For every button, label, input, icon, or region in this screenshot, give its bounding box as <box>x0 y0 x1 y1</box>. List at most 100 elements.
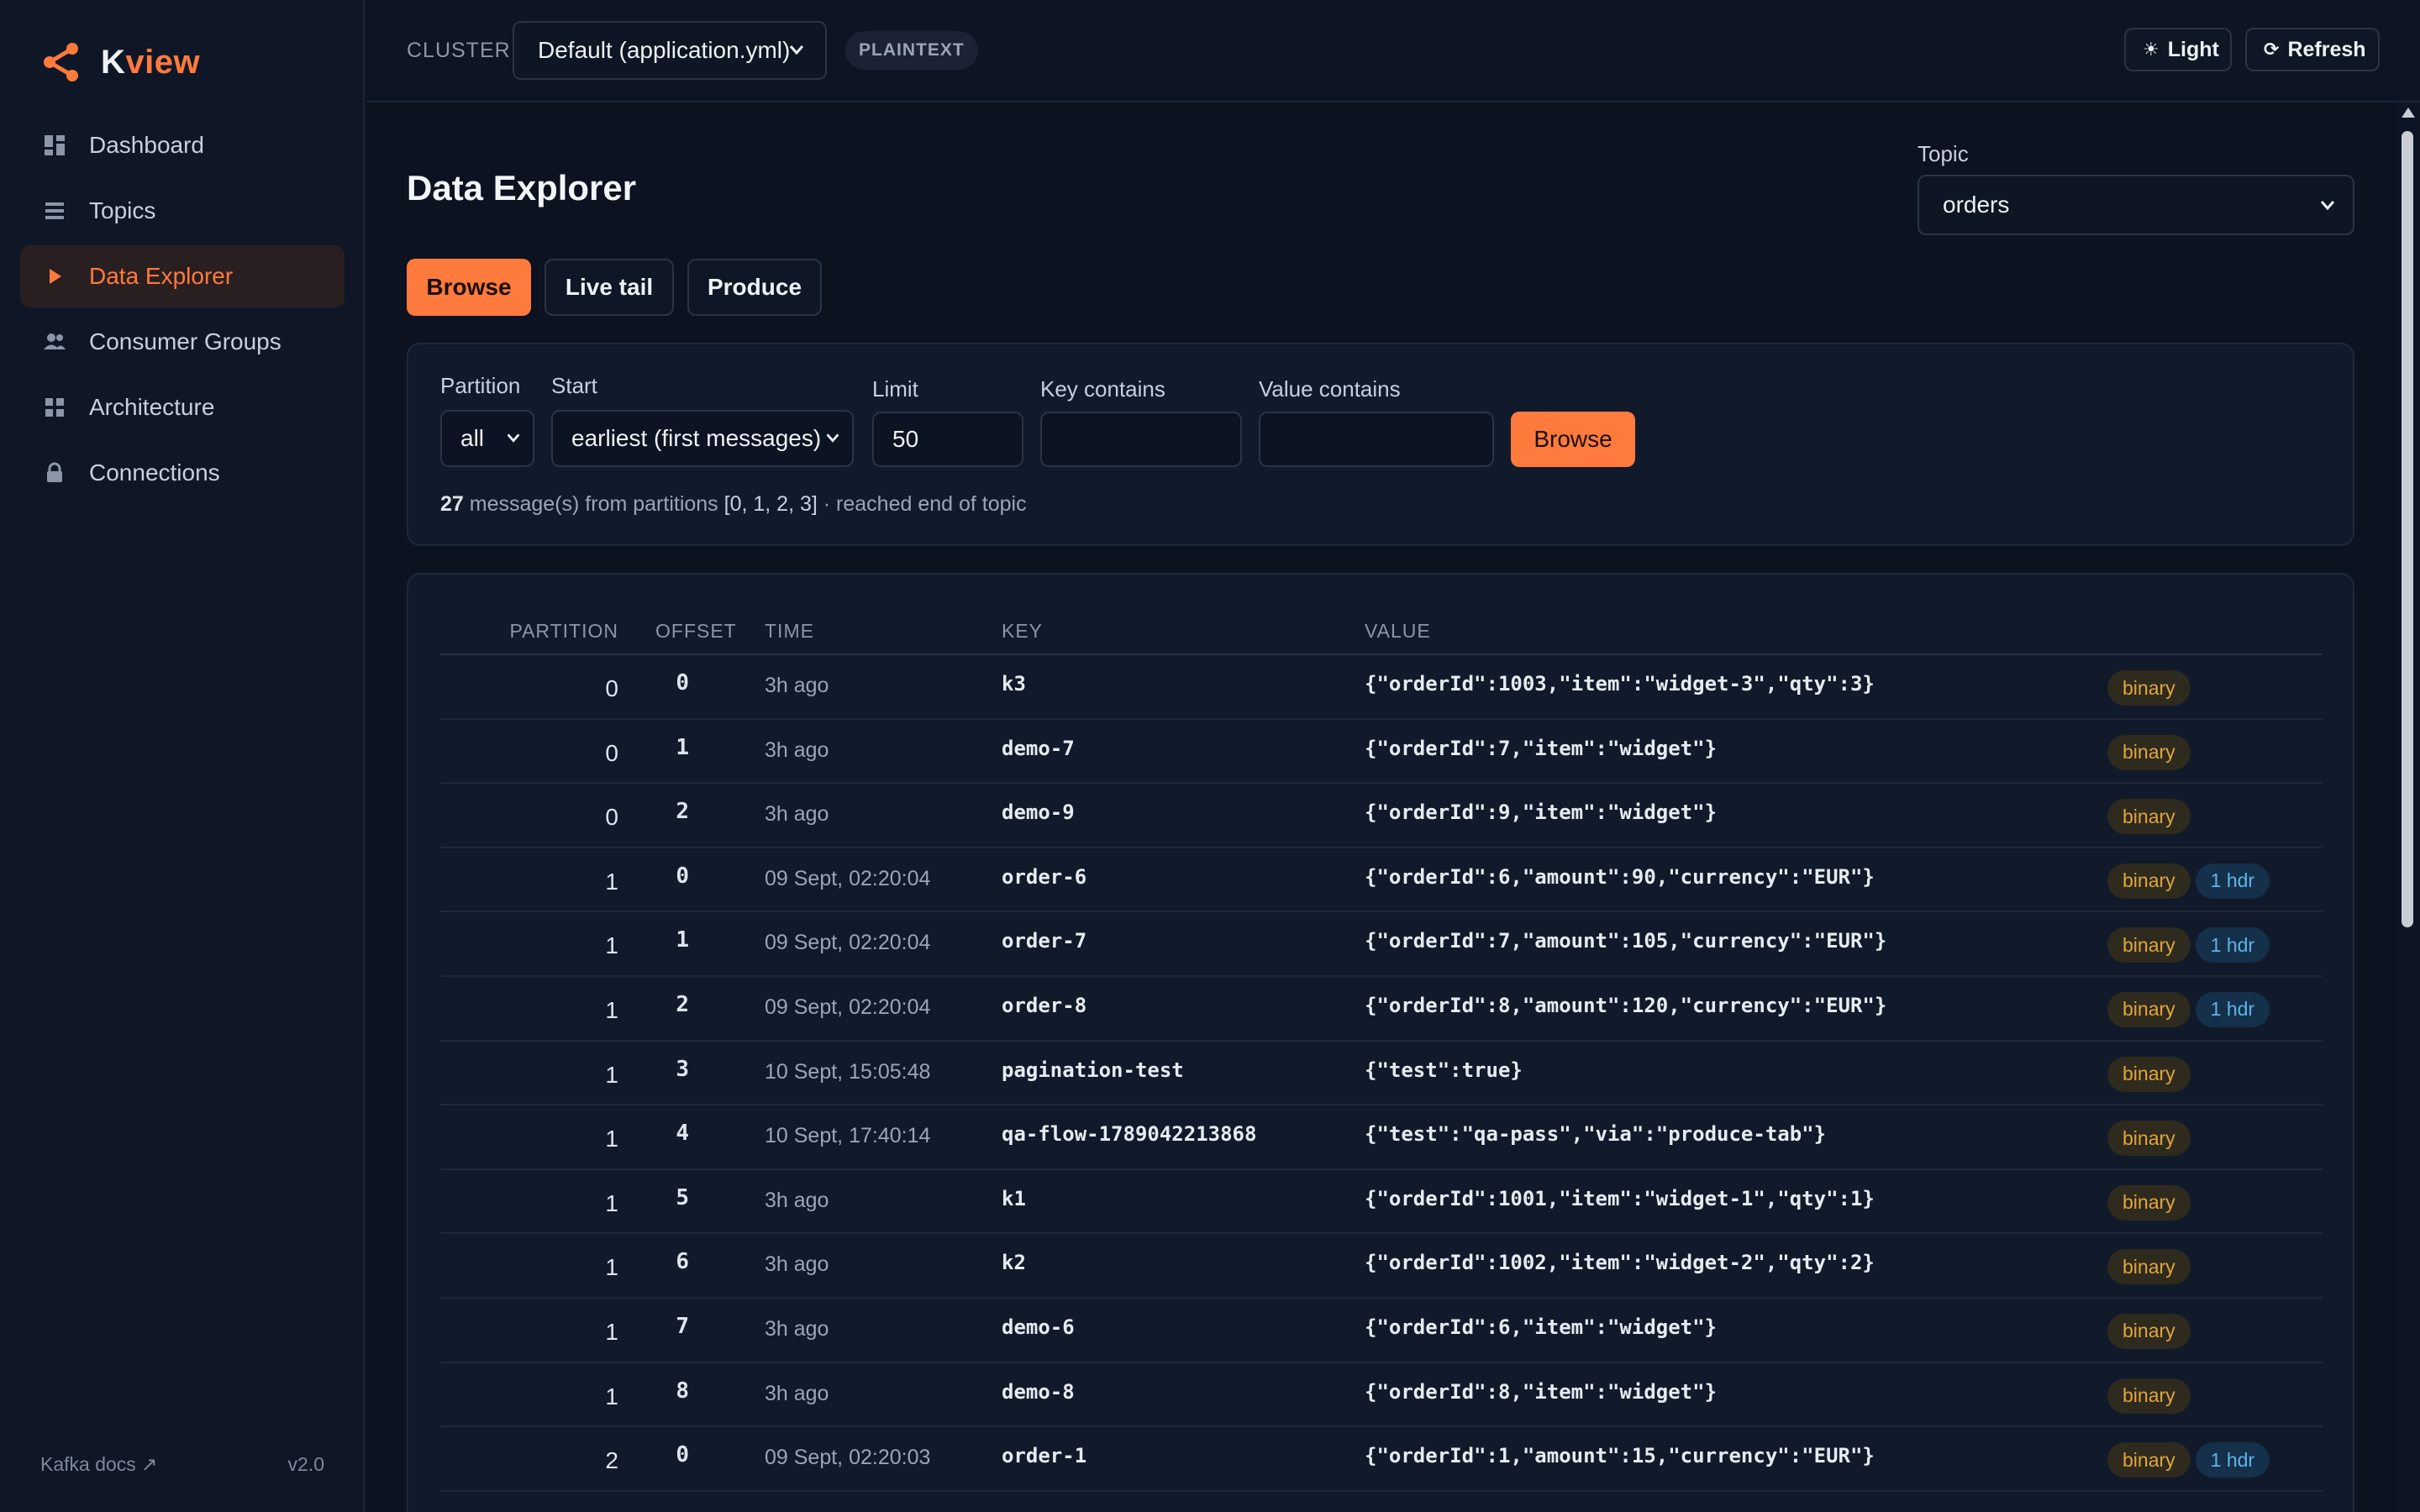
binary-badge: binary <box>2107 670 2191 706</box>
cell-value: {"orderId":8,"item":"widget"} <box>1365 1379 1718 1404</box>
table-row[interactable]: 0 1 3h ago demo-7 {"orderId":7,"item":"widge… <box>440 720 2323 785</box>
cell-time: 10 Sept, 15:05:48 <box>765 1059 931 1084</box>
topic-select[interactable]: orders <box>1918 175 2354 235</box>
partition-select[interactable]: all <box>440 410 534 467</box>
header-count-badge: 1 hdr <box>2195 863 2270 899</box>
table-row[interactable]: 1 5 3h ago k1 {"orderId":1001,"item":"widget… <box>440 1170 2323 1235</box>
brand-logo[interactable]: Kview <box>39 35 200 89</box>
message-count: 27 <box>440 492 464 516</box>
cell-value: {"test":true} <box>1365 1058 1523 1082</box>
binary-badge: binary <box>2107 927 2191 963</box>
dashboard-icon <box>44 134 66 156</box>
badge-group: binary <box>2107 1313 2191 1349</box>
column-header-offset[interactable]: OFFSET <box>655 620 737 643</box>
cluster-select-value: Default (application.yml) <box>538 37 791 63</box>
messages-table: PARTITION OFFSET TIME KEY VALUE 0 0 3h ago… <box>407 573 2354 1512</box>
table-row[interactable]: 1 8 3h ago demo-8 {"orderId":8,"item":"widge… <box>440 1363 2323 1428</box>
cell-offset: 7 <box>676 1313 689 1339</box>
cell-time: 3h ago <box>765 1188 829 1212</box>
table-row[interactable]: 1 3 10 Sept, 15:05:48 pagination-test {"test… <box>440 1042 2323 1106</box>
sidebar-item-label: Dashboard <box>89 132 204 158</box>
table-row[interactable]: 1 6 3h ago k2 {"orderId":1002,"item":"widget… <box>440 1234 2323 1299</box>
lock-icon <box>44 462 66 484</box>
security-protocol-badge: PLAINTEXT <box>845 31 978 70</box>
browse-filter-panel: Partition all Start earliest (first mess… <box>407 343 2354 546</box>
badge-group: binary 1 hdr <box>2107 863 2270 899</box>
column-header-key[interactable]: KEY <box>1002 620 1043 643</box>
sidebar-item-connections[interactable]: Connections <box>20 442 345 504</box>
cell-time: 3h ago <box>765 1381 829 1405</box>
scrollbar-thumb[interactable] <box>2402 131 2413 927</box>
tab-live-tail[interactable]: Live tail <box>544 259 674 316</box>
binary-badge: binary <box>2107 1378 2191 1414</box>
cell-partition: 0 <box>605 675 618 701</box>
cell-partition: 1 <box>605 932 618 959</box>
theme-toggle-label: Light <box>2167 37 2219 61</box>
table-row[interactable]: 1 4 10 Sept, 17:40:14 qa-flow-1789042213868… <box>440 1105 2323 1170</box>
sidebar-item-dashboard[interactable]: Dashboard <box>20 114 345 176</box>
badge-group: binary <box>2107 1056 2191 1092</box>
theme-toggle-button[interactable]: ☀ Light <box>2124 28 2232 71</box>
binary-badge: binary <box>2107 1249 2191 1285</box>
cell-partition: 1 <box>605 1061 618 1088</box>
header-count-badge: 1 hdr <box>2195 991 2270 1027</box>
cell-offset: 5 <box>676 1184 689 1210</box>
column-header-partition[interactable]: PARTITION <box>509 620 618 643</box>
binary-badge: binary <box>2107 1184 2191 1221</box>
value-contains-label: Value contains <box>1259 376 1401 402</box>
tab-browse[interactable]: Browse <box>407 259 531 316</box>
cluster-select[interactable]: Default (application.yml) <box>513 21 827 80</box>
header-count-badge: 1 hdr <box>2195 927 2270 963</box>
scroll-up-arrow-icon[interactable] <box>2402 108 2415 118</box>
chevron-down-icon <box>826 433 839 443</box>
browse-button[interactable]: Browse <box>1511 412 1635 467</box>
key-contains-label: Key contains <box>1040 376 1165 402</box>
start-select[interactable]: earliest (first messages) <box>551 410 854 467</box>
limit-input[interactable]: 50 <box>872 412 1023 467</box>
cell-time: 3h ago <box>765 738 829 762</box>
cell-offset: 0 <box>676 670 689 696</box>
sidebar-item-data-explorer[interactable]: Data Explorer <box>20 245 345 307</box>
table-row[interactable]: 1 7 3h ago demo-6 {"orderId":6,"item":"widge… <box>440 1299 2323 1363</box>
binary-badge: binary <box>2107 863 2191 899</box>
table-row[interactable]: 0 2 3h ago demo-9 {"orderId":9,"item":"widge… <box>440 784 2323 848</box>
badge-group: binary <box>2107 1121 2191 1157</box>
column-header-time[interactable]: TIME <box>765 620 814 643</box>
page-scrollbar[interactable] <box>2396 102 2420 1512</box>
value-contains-input[interactable] <box>1259 412 1494 467</box>
list-icon <box>44 200 66 222</box>
badge-group: binary <box>2107 1378 2191 1414</box>
page-title: Data Explorer <box>407 168 637 207</box>
sidebar-item-architecture[interactable]: Architecture <box>20 376 345 438</box>
partition-select-value: all <box>460 425 485 451</box>
cell-offset: 8 <box>676 1378 689 1404</box>
brand-name: Kview <box>101 43 201 81</box>
partition-list: [0, 1, 2, 3] <box>723 492 818 516</box>
kafka-docs-link[interactable]: Kafka docs ↗ <box>40 1453 157 1476</box>
sidebar-item-label: Connections <box>89 459 220 486</box>
binary-badge: binary <box>2107 1056 2191 1092</box>
tab-produce[interactable]: Produce <box>687 259 822 316</box>
badge-group: binary 1 hdr <box>2107 1442 2270 1478</box>
cell-offset: 3 <box>676 1056 689 1082</box>
sidebar-item-topics[interactable]: Topics <box>20 180 345 242</box>
cell-value: {"orderId":8,"amount":120,"currency":"EU… <box>1365 993 1887 1017</box>
cell-value: {"orderId":6,"item":"widget"} <box>1365 1315 1718 1339</box>
badge-group: binary 1 hdr <box>2107 927 2270 963</box>
cell-value: {"orderId":1001,"item":"widget-1","qty":… <box>1365 1186 1875 1210</box>
sidebar-item-consumer-groups[interactable]: Consumer Groups <box>20 311 345 373</box>
table-row[interactable]: 0 0 3h ago k3 {"orderId":1003,"item":"widget… <box>440 655 2323 720</box>
chevron-down-icon <box>789 45 804 55</box>
table-row[interactable]: 2 0 09 Sept, 02:20:03 order-1 {"orderId":1,"… <box>440 1427 2323 1492</box>
sidebar-item-label: Architecture <box>89 394 215 420</box>
cell-offset: 4 <box>676 1121 689 1147</box>
table-row[interactable]: 1 1 09 Sept, 02:20:04 order-7 {"orderId":7,"… <box>440 912 2323 977</box>
cell-key: demo-9 <box>1002 801 1075 825</box>
cell-partition: 1 <box>605 1126 618 1152</box>
table-row[interactable]: 1 0 09 Sept, 02:20:04 order-6 {"orderId":6,"… <box>440 848 2323 913</box>
table-row[interactable]: 1 2 09 Sept, 02:20:04 order-8 {"orderId":8,"… <box>440 977 2323 1042</box>
key-contains-input[interactable] <box>1040 412 1242 467</box>
refresh-button[interactable]: ⟳ Refresh <box>2245 28 2380 71</box>
badge-group: binary <box>2107 670 2191 706</box>
column-header-value[interactable]: VALUE <box>1365 620 1431 643</box>
